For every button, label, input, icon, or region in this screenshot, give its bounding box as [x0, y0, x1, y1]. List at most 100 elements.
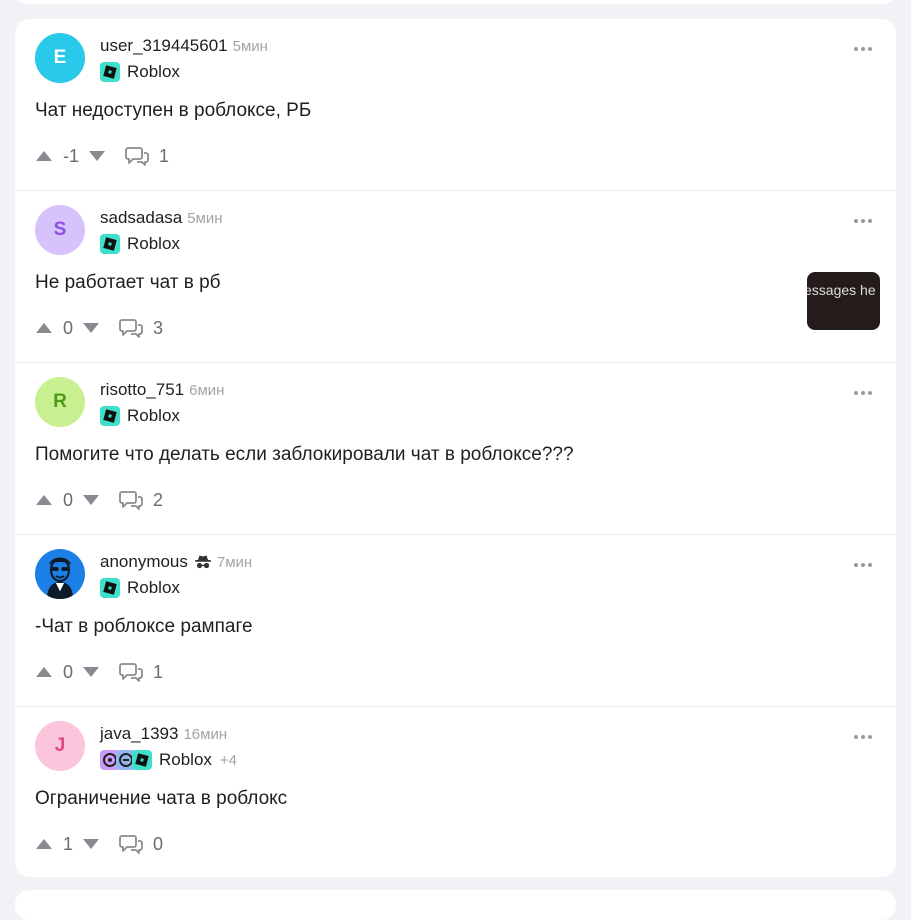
- vote-count: 0: [63, 661, 74, 682]
- avatar[interactable]: S: [35, 205, 85, 255]
- tag-link[interactable]: Roblox: [100, 62, 180, 82]
- vote-count: 0: [63, 489, 74, 510]
- post-title[interactable]: Помогите что делать если заблокировали ч…: [35, 444, 574, 466]
- username-link[interactable]: anonymous: [100, 552, 188, 572]
- post-title[interactable]: Чат недоступен в роблоксе, РБ: [35, 100, 311, 122]
- arrow-up-icon: [36, 323, 52, 333]
- arrow-up-icon: [36, 151, 52, 161]
- avatar[interactable]: E: [35, 33, 85, 83]
- roblox-icon: [100, 406, 120, 426]
- post-time: 6мин: [189, 381, 225, 399]
- comment-count: 2: [153, 489, 164, 510]
- spy-icon: [194, 554, 212, 570]
- downvote-button[interactable]: [82, 666, 100, 678]
- thumbnail-text: essages he: [807, 282, 876, 298]
- post-time: 16мин: [183, 725, 228, 743]
- comment-count: 0: [153, 833, 164, 854]
- comment-count: 1: [159, 145, 170, 166]
- post-actions: 1 0: [35, 833, 163, 855]
- vote-count: 1: [63, 833, 74, 854]
- comment-count: 3: [153, 317, 164, 338]
- username-link[interactable]: risotto_751: [100, 380, 184, 400]
- upvote-button[interactable]: [35, 838, 53, 850]
- post-actions: 0 2: [35, 489, 163, 511]
- arrow-down-icon: [83, 323, 100, 333]
- more-dots-icon[interactable]: [854, 735, 872, 739]
- previous-card: [15, 0, 896, 4]
- more-dots-icon[interactable]: [854, 47, 872, 51]
- tag-label: Roblox: [127, 406, 180, 425]
- arrow-up-icon: [36, 667, 52, 677]
- avatar-letter: J: [54, 735, 66, 756]
- username-link[interactable]: java_1393: [100, 724, 178, 744]
- post-time: 5мин: [232, 37, 268, 55]
- downvote-button[interactable]: [82, 494, 100, 506]
- vote-count: -1: [63, 145, 80, 166]
- post-thumbnail[interactable]: essages he: [807, 272, 880, 330]
- downvote-button[interactable]: [82, 322, 100, 334]
- more-dots-icon[interactable]: [854, 391, 872, 395]
- upvote-button[interactable]: [35, 150, 53, 162]
- question-feed: E user_319445601 5мин Roblox Чат недосту…: [15, 19, 896, 877]
- post-actions: -1 1: [35, 145, 169, 167]
- comment-bubbles-icon: [119, 663, 143, 682]
- next-card: [15, 890, 896, 920]
- arrow-down-icon: [83, 839, 100, 849]
- upvote-button[interactable]: [35, 494, 53, 506]
- tag-label: Roblox: [127, 234, 180, 253]
- comments-button[interactable]: 1: [125, 145, 169, 167]
- tag-link[interactable]: Roblox: [100, 234, 180, 254]
- upvote-button[interactable]: [35, 322, 53, 334]
- comments-button[interactable]: 3: [119, 317, 163, 339]
- comments-button[interactable]: 1: [119, 661, 163, 683]
- avatar[interactable]: R: [35, 377, 85, 427]
- post-item[interactable]: R risotto_751 6мин Roblox Помогите что д…: [15, 363, 896, 535]
- comment-count: 1: [153, 661, 164, 682]
- downvote-button[interactable]: [88, 150, 106, 162]
- anonymous-avatar-icon: [47, 557, 73, 599]
- tag-label: Roblox: [159, 750, 212, 769]
- comment-bubbles-icon: [119, 491, 143, 510]
- more-dots-icon[interactable]: [854, 219, 872, 223]
- arrow-down-icon: [83, 495, 100, 505]
- tag-link[interactable]: Roblox: [100, 406, 180, 426]
- post-item[interactable]: J java_1393 16мин Roblox +4 Ограничение …: [15, 707, 896, 877]
- roblox-icon: [100, 578, 120, 598]
- username-link[interactable]: user_319445601: [100, 36, 228, 56]
- arrow-up-icon: [36, 495, 52, 505]
- arrow-down-icon: [89, 151, 106, 161]
- tag-label: Roblox: [127, 62, 180, 81]
- roblox-icon: [100, 62, 120, 82]
- post-time: 7мин: [216, 553, 253, 571]
- avatar-letter: R: [53, 391, 67, 412]
- comments-button[interactable]: 2: [119, 489, 163, 511]
- avatar-letter: E: [53, 47, 67, 68]
- post-actions: 0 1: [35, 661, 163, 683]
- roblox-icon: [100, 234, 120, 254]
- tag-link[interactable]: Roblox +4: [100, 750, 237, 770]
- upvote-button[interactable]: [35, 666, 53, 678]
- post-item[interactable]: E user_319445601 5мин Roblox Чат недосту…: [15, 19, 896, 191]
- vote-count: 0: [63, 317, 74, 338]
- username-link[interactable]: sadsadasa: [100, 208, 182, 228]
- post-item[interactable]: S sadsadasa 5мин Roblox Не работает чат …: [15, 191, 896, 363]
- more-dots-icon[interactable]: [854, 563, 872, 567]
- post-item[interactable]: anonymous 7мин Roblox -Чат в роблоксе ра…: [15, 535, 896, 707]
- comment-bubbles-icon: [119, 319, 143, 338]
- avatar[interactable]: [35, 549, 85, 599]
- post-time: 5мин: [187, 209, 223, 227]
- comment-bubbles-icon: [125, 147, 149, 166]
- comments-button[interactable]: 0: [119, 833, 163, 855]
- avatar[interactable]: J: [35, 721, 85, 771]
- post-title[interactable]: -Чат в роблоксе рампаге: [35, 616, 253, 638]
- post-title[interactable]: Не работает чат в рб: [35, 272, 221, 294]
- roblox-icon: [132, 750, 152, 770]
- arrow-down-icon: [83, 667, 100, 677]
- downvote-button[interactable]: [82, 838, 100, 850]
- tag-link[interactable]: Roblox: [100, 578, 180, 598]
- avatar-letter: S: [53, 219, 67, 240]
- comment-bubbles-icon: [119, 835, 143, 854]
- post-title[interactable]: Ограничение чата в роблокс: [35, 788, 287, 810]
- arrow-up-icon: [36, 839, 52, 849]
- more-tags-count[interactable]: +4: [220, 752, 237, 769]
